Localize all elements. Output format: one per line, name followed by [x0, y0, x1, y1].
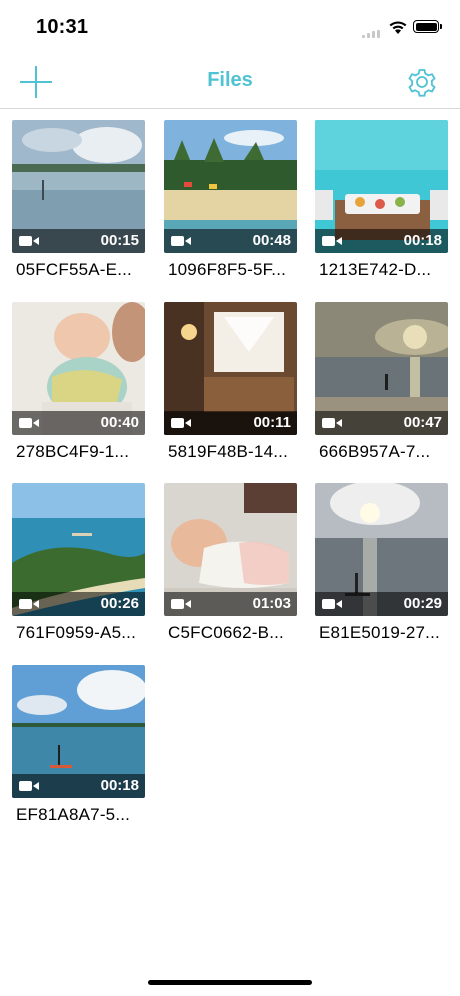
navigation-bar: Files [0, 56, 460, 109]
video-thumbnail: 01:03 [164, 483, 297, 616]
video-thumbnail: 00:11 [164, 302, 297, 435]
video-info-bar: 01:03 [164, 592, 297, 616]
file-name: 1096F8F5-5F... [168, 260, 287, 279]
video-duration: 00:40 [100, 414, 139, 431]
video-info-bar: 00:18 [315, 229, 448, 253]
file-name: EF81A8A7-5... [16, 805, 131, 824]
battery-icon [413, 20, 439, 33]
video-thumbnail: 00:47 [315, 302, 448, 435]
video-duration: 00:11 [253, 414, 291, 431]
file-name: 05FCF55A-E... [16, 260, 132, 279]
video-camera-icon [171, 418, 191, 428]
video-info-bar: 00:15 [12, 229, 145, 253]
video-duration: 00:48 [252, 232, 291, 249]
video-thumbnail: 00:15 [12, 120, 145, 253]
status-time: 10:31 [36, 16, 89, 38]
video-duration: 01:03 [252, 595, 291, 612]
page-title: Files [207, 69, 253, 91]
video-duration: 00:47 [403, 414, 442, 431]
file-name: 1213E742-D... [319, 260, 432, 279]
gear-icon [408, 69, 436, 97]
video-duration: 00:18 [403, 232, 442, 249]
video-thumbnail: 00:29 [315, 483, 448, 616]
video-thumbnail: 00:18 [12, 665, 145, 798]
video-info-bar: 00:40 [12, 411, 145, 435]
home-indicator[interactable] [148, 980, 312, 985]
video-duration: 00:26 [100, 595, 139, 612]
file-tile[interactable]: 00:18 1213E742-D... [315, 120, 448, 292]
video-thumbnail: 00:40 [12, 302, 145, 435]
video-camera-icon [322, 599, 342, 609]
file-tile[interactable]: 00:11 5819F48B-14... [164, 302, 297, 474]
video-camera-icon [171, 236, 191, 246]
file-tile[interactable]: 00:29 E81E5019-27... [315, 483, 448, 655]
video-camera-icon [19, 236, 39, 246]
video-duration: 00:18 [100, 777, 139, 794]
wifi-icon [389, 21, 407, 34]
settings-button[interactable] [404, 64, 440, 100]
video-camera-icon [322, 236, 342, 246]
video-info-bar: 00:48 [164, 229, 297, 253]
file-name: 761F0959-A5... [16, 623, 136, 642]
video-info-bar: 00:18 [12, 774, 145, 798]
video-camera-icon [19, 418, 39, 428]
file-name: 278BC4F9-1... [16, 442, 130, 461]
video-info-bar: 00:26 [12, 592, 145, 616]
file-name: C5FC0662-B... [168, 623, 284, 642]
video-camera-icon [19, 781, 39, 791]
video-camera-icon [322, 418, 342, 428]
video-thumbnail: 00:18 [315, 120, 448, 253]
file-tile[interactable]: 01:03 C5FC0662-B... [164, 483, 297, 655]
battery-cap [440, 24, 442, 29]
file-tile[interactable]: 00:15 05FCF55A-E... [12, 120, 145, 292]
file-tile[interactable]: 00:48 1096F8F5-5F... [164, 120, 297, 292]
video-camera-icon [171, 599, 191, 609]
file-tile[interactable]: 00:18 EF81A8A7-5... [12, 665, 145, 837]
file-name: 5819F48B-14... [168, 442, 288, 461]
video-info-bar: 00:11 [164, 411, 297, 435]
file-tile[interactable]: 00:26 761F0959-A5... [12, 483, 145, 655]
status-bar: 10:31 [0, 0, 460, 56]
video-info-bar: 00:29 [315, 592, 448, 616]
file-name: 666B957A-7... [319, 442, 431, 461]
video-thumbnail: 00:48 [164, 120, 297, 253]
file-tile[interactable]: 00:47 666B957A-7... [315, 302, 448, 474]
file-name: E81E5019-27... [319, 623, 440, 642]
video-thumbnail: 00:26 [12, 483, 145, 616]
video-duration: 00:29 [403, 595, 442, 612]
video-duration: 00:15 [100, 232, 139, 249]
video-camera-icon [19, 599, 39, 609]
cellular-signal-icon [362, 30, 382, 38]
video-info-bar: 00:47 [315, 411, 448, 435]
file-tile[interactable]: 00:40 278BC4F9-1... [12, 302, 145, 474]
